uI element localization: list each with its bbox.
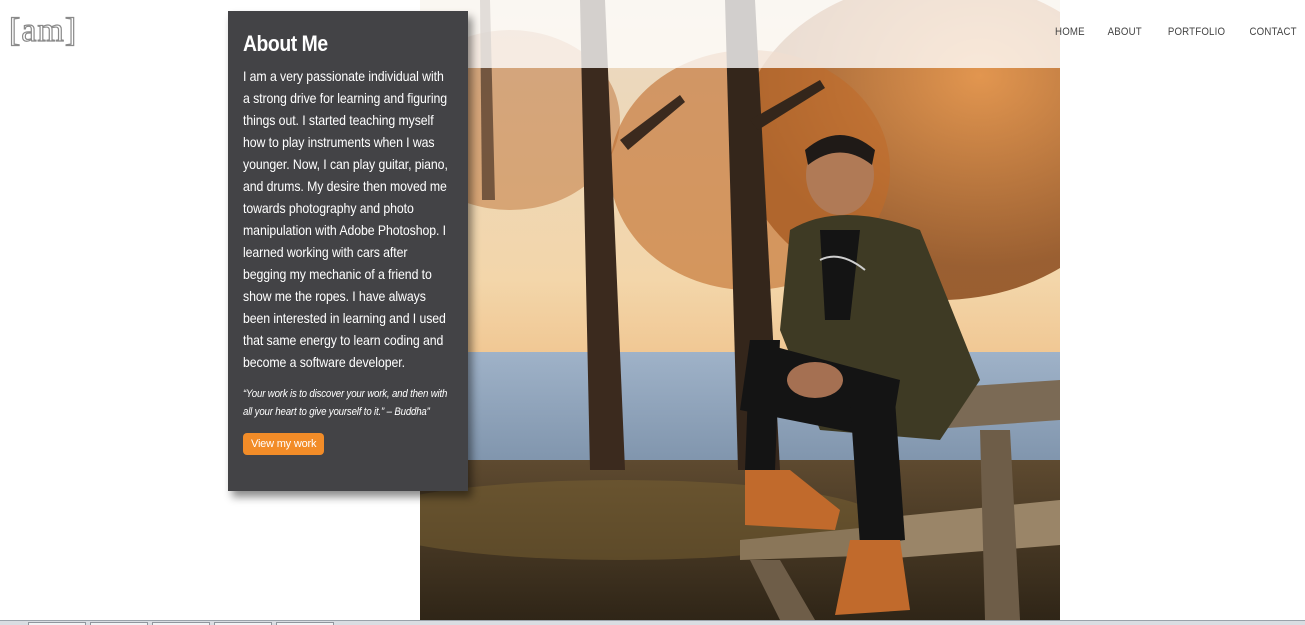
page: [am] HOME ABOUT PORTFOLIO CONTACT About … — [0, 0, 1305, 625]
site-logo[interactable]: [am] — [8, 13, 77, 48]
nav-home[interactable]: HOME — [1055, 26, 1085, 38]
nav-portfolio[interactable]: PORTFOLIO — [1168, 26, 1225, 38]
about-bio: I am a very passionate individual with a… — [243, 68, 448, 370]
hero-top-fade — [420, 0, 1060, 68]
about-quote: “Your work is to discover your work, and… — [243, 388, 448, 418]
about-card: About Me I am a very passionate individu… — [228, 11, 468, 491]
view-my-work-button[interactable]: View my work — [243, 433, 325, 455]
main-nav: HOME ABOUT PORTFOLIO CONTACT — [1033, 26, 1297, 38]
bottom-taskbar — [0, 620, 1305, 625]
nav-about[interactable]: ABOUT — [1108, 26, 1142, 38]
nav-contact[interactable]: CONTACT — [1250, 26, 1297, 38]
about-title: About Me — [243, 31, 328, 56]
hero-photo — [420, 0, 1060, 620]
